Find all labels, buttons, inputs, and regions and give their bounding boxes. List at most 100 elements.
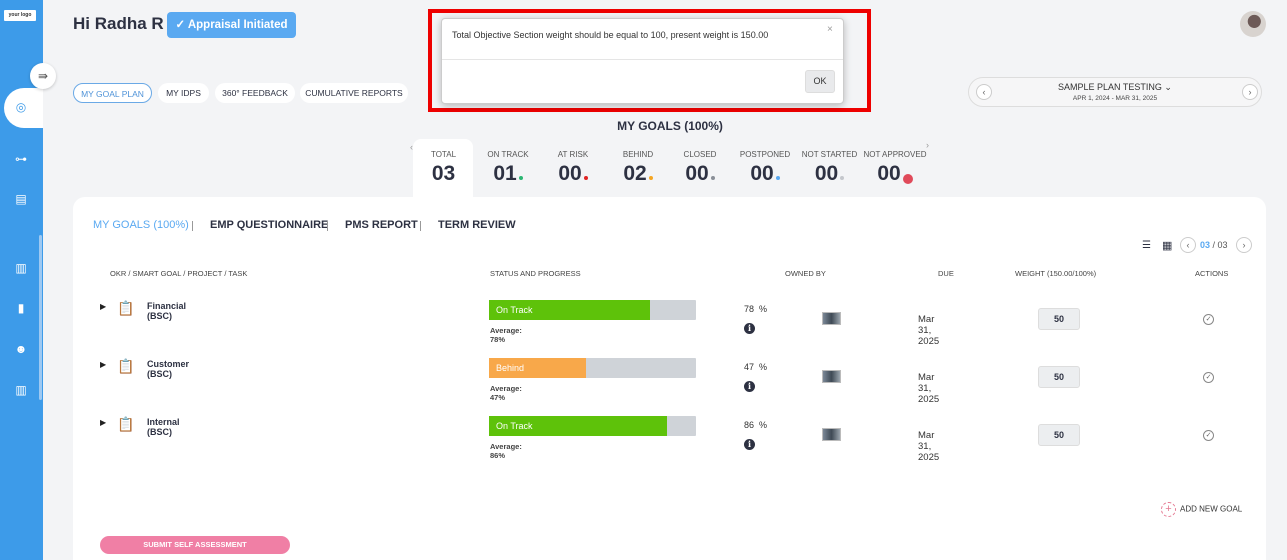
- stat-label: POSTPONED: [739, 150, 791, 159]
- document-edit-icon[interactable]: ▤: [13, 191, 29, 207]
- stat-7[interactable]: NOT APPROVED 00: [862, 150, 928, 186]
- goal-type-icon: 📋: [117, 300, 135, 316]
- weight-field[interactable]: 50: [1038, 308, 1080, 330]
- page-prev-icon[interactable]: ‹: [1180, 237, 1196, 253]
- sidebar-scrollbar[interactable]: [39, 235, 42, 400]
- chevron-down-icon: ⌄: [1161, 82, 1172, 92]
- weight-field[interactable]: 50: [1038, 424, 1080, 446]
- stat-6[interactable]: NOT STARTED 00: [801, 150, 858, 186]
- list-view-icon[interactable]: ☰: [1142, 240, 1151, 251]
- goals-summary-title: MY GOALS (100%): [617, 119, 723, 133]
- stat-value: 00: [801, 162, 858, 186]
- stat-value: 02: [613, 162, 663, 186]
- period-selector[interactable]: ‹ SAMPLE PLAN TESTING ⌄ APR 1, 2024 - MA…: [968, 77, 1262, 107]
- stat-label: BEHIND: [622, 150, 654, 159]
- report-chart-icon[interactable]: ▥: [13, 382, 29, 398]
- info-icon[interactable]: i: [744, 381, 755, 392]
- plan-name[interactable]: SAMPLE PLAN TESTING ⌄: [969, 82, 1261, 93]
- status-dot: [648, 176, 653, 180]
- average-label: Average: 86%: [490, 442, 522, 460]
- stat-value: 00: [675, 162, 725, 186]
- owner-avatar[interactable]: [822, 370, 841, 383]
- expand-row-icon[interactable]: ▶: [100, 418, 106, 427]
- tab-term-review[interactable]: TERM REVIEW: [438, 219, 516, 231]
- ok-button[interactable]: OK: [805, 70, 835, 93]
- stat-1[interactable]: ON TRACK 01: [483, 150, 533, 186]
- check-action-icon[interactable]: ✓: [1203, 314, 1214, 325]
- due-date: Mar 31, 2025: [918, 314, 940, 347]
- stat-value: 00: [735, 162, 795, 186]
- goal-name[interactable]: Financial (BSC): [147, 301, 186, 321]
- next-period-icon[interactable]: ›: [1242, 84, 1258, 100]
- tab-my-idps[interactable]: MY IDPS: [158, 83, 209, 103]
- due-date: Mar 31, 2025: [918, 372, 940, 405]
- stat-label: AT RISK: [557, 150, 589, 159]
- greeting-title: Hi Radha R: [73, 14, 164, 33]
- hierarchy-icon[interactable]: ⊶: [13, 151, 29, 167]
- book-icon[interactable]: ▮: [13, 300, 29, 316]
- people-icon[interactable]: ☻: [13, 341, 29, 357]
- stat-label: NOT APPROVED: [863, 150, 927, 159]
- stat-2[interactable]: AT RISK 00: [548, 150, 598, 186]
- progress-fill: On Track: [489, 416, 668, 436]
- progress-percent: 47 %: [744, 362, 768, 372]
- column-due: DUE: [938, 269, 954, 278]
- goal-name[interactable]: Internal (BSC): [147, 417, 180, 437]
- column-owned-by: OWNED BY: [785, 269, 826, 278]
- owner-avatar[interactable]: [822, 312, 841, 325]
- stats-scroll-right-icon[interactable]: ›: [926, 140, 929, 150]
- stat-4[interactable]: CLOSED 00: [675, 150, 725, 186]
- tab-divider: [420, 221, 421, 231]
- expand-row-icon[interactable]: ▶: [100, 360, 106, 369]
- progress-bar: On Track: [489, 300, 696, 320]
- check-action-icon[interactable]: ✓: [1203, 430, 1214, 441]
- goal-name[interactable]: Customer (BSC): [147, 359, 189, 379]
- stat-label: NOT STARTED: [801, 150, 858, 159]
- tab-pms-report[interactable]: PMS REPORT: [345, 219, 418, 231]
- expand-row-icon[interactable]: ▶: [100, 302, 106, 311]
- appraisal-status-button[interactable]: ✓ Appraisal Initiated: [167, 12, 296, 38]
- stat-value: 00: [862, 162, 928, 186]
- check-action-icon[interactable]: ✓: [1203, 372, 1214, 383]
- stat-3[interactable]: BEHIND 02: [613, 150, 663, 186]
- tab-my-goal-plan[interactable]: MY GOAL PLAN: [73, 83, 152, 103]
- average-label: Average: 47%: [490, 384, 522, 402]
- column-status: STATUS AND PROGRESS: [490, 269, 581, 278]
- stats-scroll-left-icon[interactable]: ‹: [410, 142, 413, 152]
- tab-360-feedback[interactable]: 360° FEEDBACK: [215, 83, 295, 103]
- progress-bar: On Track: [489, 416, 696, 436]
- owner-avatar[interactable]: [822, 428, 841, 441]
- target-icon[interactable]: ◎: [13, 99, 29, 115]
- progress-percent: 86 %: [744, 420, 768, 430]
- weight-field[interactable]: 50: [1038, 366, 1080, 388]
- due-date: Mar 31, 2025: [918, 430, 940, 463]
- collapse-sidebar-icon[interactable]: ⇛: [30, 63, 56, 89]
- stat-5[interactable]: POSTPONED 00: [735, 150, 795, 186]
- tab-emp-questionnaire[interactable]: EMP QUESTIONNAIRE: [210, 219, 328, 231]
- dialog-message: Total Objective Section weight should be…: [452, 30, 769, 40]
- stat-0[interactable]: TOTAL 03: [415, 150, 472, 186]
- status-dot: [583, 176, 588, 180]
- submit-self-assessment-button[interactable]: SUBMIT SELF ASSESSMENT: [100, 536, 290, 554]
- add-new-goal-button[interactable]: + ADD NEW GOAL: [1161, 502, 1242, 517]
- stat-value: 03: [431, 162, 456, 185]
- info-icon[interactable]: i: [744, 439, 755, 450]
- progress-fill: On Track: [489, 300, 651, 320]
- info-icon[interactable]: i: [744, 323, 755, 334]
- not-approved-icon: [902, 174, 913, 184]
- stat-label: TOTAL: [430, 150, 457, 159]
- status-dot: [518, 176, 523, 180]
- bar-chart-icon[interactable]: ▥: [13, 260, 29, 276]
- close-icon[interactable]: ×: [827, 24, 833, 35]
- user-avatar[interactable]: [1240, 11, 1266, 37]
- grid-view-icon[interactable]: ▦: [1162, 239, 1172, 252]
- average-label: Average: 78%: [490, 326, 522, 344]
- page-next-icon[interactable]: ›: [1236, 237, 1252, 253]
- stat-value: 01: [483, 162, 533, 186]
- tab-divider: [192, 221, 193, 231]
- column-actions: ACTIONS: [1195, 269, 1229, 278]
- tab-cumulative-reports[interactable]: CUMULATIVE REPORTS: [300, 83, 408, 103]
- progress-bar: Behind: [489, 358, 696, 378]
- progress-percent: 78 %: [744, 304, 768, 314]
- tab-my-goals[interactable]: MY GOALS (100%): [93, 219, 189, 231]
